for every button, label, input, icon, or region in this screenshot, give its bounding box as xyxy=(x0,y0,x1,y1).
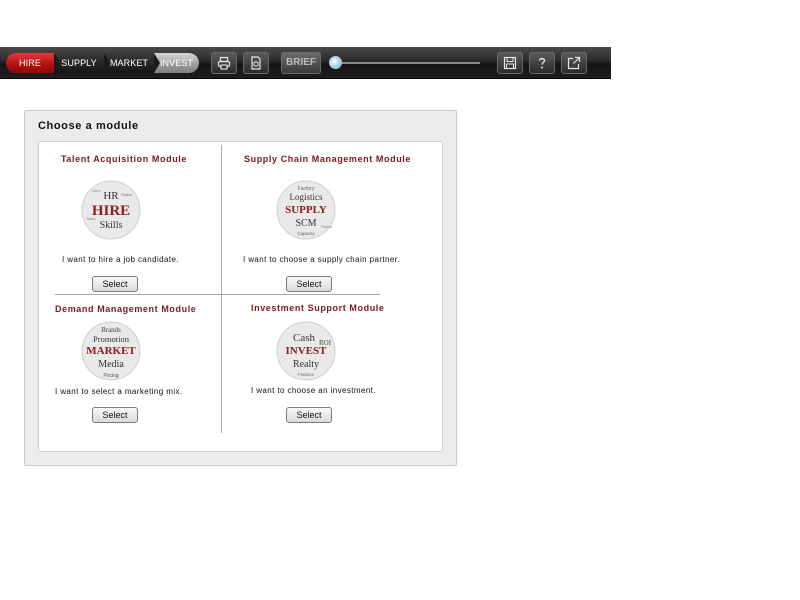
select-demand-button[interactable]: Select xyxy=(92,407,138,423)
logo-small-word: Select xyxy=(121,192,133,197)
save-button[interactable] xyxy=(497,52,523,74)
module-description-talent: I want to hire a job candidate. xyxy=(62,255,179,264)
tab-market[interactable]: MARKET xyxy=(104,53,154,73)
export-button[interactable] xyxy=(561,52,587,74)
module-description-investment: I want to choose an investment. xyxy=(251,386,376,395)
module-title-supply-chain: Supply Chain Management Module xyxy=(244,154,412,164)
logo-small-word: Jobs xyxy=(92,188,100,193)
module-description-supply-chain: I want to choose a supply chain partner. xyxy=(243,255,400,264)
print-icon xyxy=(217,56,231,70)
module-title-demand: Demand Management Module xyxy=(55,304,197,314)
logo-small-word: Brands xyxy=(101,326,121,334)
logo-small-word: Finance xyxy=(298,372,315,377)
print-button[interactable] xyxy=(211,52,237,74)
progress-slider-track[interactable] xyxy=(330,62,480,64)
logo-word-top: Cash xyxy=(293,332,316,344)
logo-small-word: Pricing xyxy=(103,373,119,379)
module-title-investment: Investment Support Module xyxy=(251,303,385,313)
logo-word-main: SUPPLY xyxy=(285,204,327,216)
save-icon xyxy=(503,56,517,70)
module-chooser-panel: Choose a module Talent Acquisition Modul… xyxy=(24,110,457,466)
logo-word-top: Logistics xyxy=(290,192,323,202)
logo-word-main: MARKET xyxy=(86,345,136,357)
tab-hire[interactable]: HIRE xyxy=(6,53,54,73)
tab-separator xyxy=(104,53,110,73)
progress-slider-handle[interactable] xyxy=(329,56,342,69)
logo-word-top: HR xyxy=(103,190,119,202)
tab-invest[interactable]: INVEST xyxy=(154,53,199,73)
grid-divider-vertical xyxy=(221,145,222,433)
top-toolbar: HIRE SUPPLY MARKET INVEST BRIEF xyxy=(0,47,611,79)
document-icon xyxy=(251,56,261,70)
module-tab-bar: HIRE SUPPLY MARKET INVEST xyxy=(6,53,199,73)
logo-word-main: INVEST xyxy=(286,345,328,357)
hire-wordcloud-logo: Jobs Select Talent HR HIRE Skills xyxy=(81,180,141,240)
export-icon xyxy=(567,56,581,70)
brief-button[interactable]: BRIEF xyxy=(281,52,321,74)
grid-divider-horizontal xyxy=(55,294,380,295)
panel-title: Choose a module xyxy=(38,120,139,132)
logo-word-top: Promotion xyxy=(93,334,130,344)
supply-wordcloud-logo: Factory Capacity Partner Logistics SUPPL… xyxy=(276,180,336,240)
logo-small-word: Partner xyxy=(321,225,333,229)
logo-word-bottom: SCM xyxy=(295,218,316,229)
module-description-demand: I want to select a marketing mix. xyxy=(55,387,183,396)
module-grid: Talent Acquisition Module Jobs Select Ta… xyxy=(38,141,443,452)
help-icon xyxy=(538,57,546,69)
tab-supply[interactable]: SUPPLY xyxy=(54,53,104,73)
invest-wordcloud-logo: ROI Finance Cash INVEST Realty xyxy=(276,321,336,381)
tab-separator xyxy=(154,53,160,73)
module-title-talent: Talent Acquisition Module xyxy=(61,154,187,164)
help-button[interactable] xyxy=(529,52,555,74)
tab-separator xyxy=(54,53,60,73)
logo-small-word: Capacity xyxy=(297,231,315,236)
logo-word-main: HIRE xyxy=(92,203,130,219)
select-investment-button[interactable]: Select xyxy=(286,407,332,423)
document-button[interactable] xyxy=(243,52,269,74)
logo-word-bottom: Realty xyxy=(293,359,319,370)
market-wordcloud-logo: Brands Pricing Promotion MARKET Media xyxy=(81,321,141,381)
logo-word-bottom: Media xyxy=(98,359,124,370)
select-supply-chain-button[interactable]: Select xyxy=(286,276,332,292)
select-talent-button[interactable]: Select xyxy=(92,276,138,292)
logo-word-bottom: Skills xyxy=(100,220,123,231)
